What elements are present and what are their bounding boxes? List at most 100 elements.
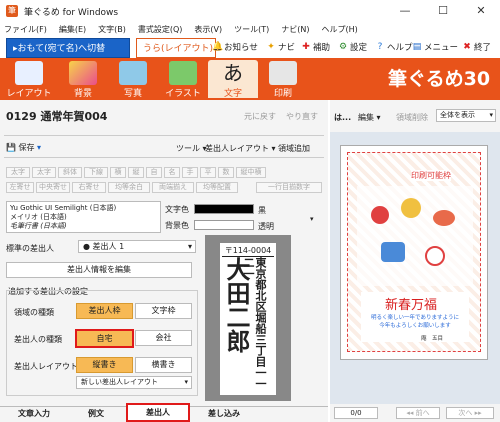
align-right-button[interactable]: 右寄せ (72, 182, 106, 193)
edit-menu[interactable]: 編集 ▾ (358, 112, 381, 123)
align-center-button[interactable]: 中央寄せ (36, 182, 70, 193)
sender-frame-option[interactable]: 差出人枠 (76, 303, 133, 319)
region-delete-button[interactable]: 領域削除 (396, 112, 428, 123)
menu-bar: ファイル(F) 編集(E) 文字(B) 書式設定(Q) 表示(V) ツール(T)… (0, 22, 500, 36)
hand-button[interactable]: 手 (182, 167, 198, 178)
menu-navi[interactable]: ナビ(N) (281, 24, 309, 35)
ribbon-photo[interactable]: 写真 (108, 60, 158, 99)
ornament-icon (401, 198, 421, 218)
font-item[interactable]: Yu Gothic UI Semilight (日本語) (10, 204, 157, 213)
font-item[interactable]: 毛筆行書 (日本語) (10, 222, 157, 231)
ribbon-layout[interactable]: レイアウト (4, 60, 54, 99)
home-option[interactable]: 自宅 (75, 329, 134, 348)
ribbon-illust[interactable]: イラスト (158, 60, 208, 99)
tab-example[interactable]: 例文 (66, 406, 126, 421)
tab-merge[interactable]: 差し込み (194, 406, 254, 421)
lightbulb-icon: ✦ (267, 42, 275, 52)
menu-file[interactable]: ファイル(F) (4, 24, 47, 35)
prev-page-button[interactable]: ◂◂ 前へ (396, 407, 440, 419)
sender-layout-label: 差出人レイアウト (14, 362, 78, 371)
chevron-down-icon: ▾ (187, 242, 192, 251)
zoom-select[interactable]: 全体を表示 ▾ (436, 109, 496, 122)
bg-color-value: 透明 (258, 222, 274, 231)
window-title: 筆ぐるめ for Windows (24, 7, 119, 18)
bold-button[interactable]: 太字 (32, 167, 56, 178)
preview-card: 〒114-0004 東京都北区堀船三丁目一一二一 大田二郎 (220, 243, 276, 395)
photo-icon (119, 61, 147, 85)
tools-menu[interactable]: ツール ▾ (176, 143, 207, 154)
number-button[interactable]: 数 (218, 167, 234, 178)
horizontal-button[interactable]: 横 (110, 167, 126, 178)
sender-layout-select[interactable]: 新しい差出人レイアウト ▾ (76, 376, 192, 389)
printer-icon (269, 61, 297, 85)
assist-link[interactable]: ✚ 補助 (301, 41, 330, 53)
font-list[interactable]: Yu Gothic UI Semilight (日本語) メイリオ (日本語) … (6, 201, 161, 233)
menu-text[interactable]: 文字(B) (98, 24, 126, 35)
distribute-button[interactable]: 均等配置 (196, 182, 238, 193)
menu-view[interactable]: 表示(V) (194, 24, 222, 35)
sender-name: 大田二郎 (222, 257, 251, 353)
ribbon-text[interactable]: あ文字 (208, 60, 258, 99)
even-margin-button[interactable]: 均等余白 (108, 182, 150, 193)
minimize-button[interactable]: — (386, 0, 424, 22)
italic-button[interactable]: 斜体 (58, 167, 82, 178)
back-layout-button[interactable]: うら(レイアウト) (136, 38, 216, 58)
maximize-button[interactable]: ☐ (424, 0, 462, 22)
vertical-button[interactable]: 縦 (128, 167, 144, 178)
tab-sender[interactable]: 差出人 (126, 403, 190, 422)
menu-help[interactable]: ヘルプ(H) (322, 24, 358, 35)
text-color-swatch[interactable] (194, 204, 254, 214)
help-link[interactable]: ? ヘルプ (375, 41, 413, 53)
save-button[interactable]: 💾 保存 ▾ (6, 142, 41, 153)
align-left-button[interactable]: 太字 (6, 167, 30, 178)
printable-label: 印刷可能枠 (411, 170, 451, 181)
flat-button[interactable]: 平 (200, 167, 216, 178)
auto-button[interactable]: 自 (146, 167, 162, 178)
standard-sender-select[interactable]: ● 差出人 1 ▾ (78, 240, 196, 253)
font-item[interactable]: メイリオ (日本語) (10, 213, 157, 222)
next-page-button[interactable]: 次へ ▸▸ (446, 407, 494, 419)
otafuku-icon (425, 246, 445, 266)
ribbon-background[interactable]: 背景 (58, 60, 108, 99)
tate-chu-yoko-button[interactable]: 縦中横 (236, 167, 266, 178)
app-icon: 筆 (6, 5, 18, 17)
horizontal-layout-option[interactable]: 横書き (135, 357, 192, 373)
undo-button[interactable]: 元に戻す (244, 111, 276, 122)
text-frame-option[interactable]: 文字枠 (135, 303, 192, 319)
exit-icon: ✖ (463, 42, 471, 52)
menu-tools[interactable]: ツール(T) (234, 24, 269, 35)
first-line-digit-button[interactable]: 一行目揃数字 (256, 182, 322, 193)
news-link[interactable]: 🔔 お知らせ (212, 41, 258, 53)
illust-icon (169, 61, 197, 85)
close-button[interactable]: ✕ (462, 0, 500, 22)
edit-sender-button[interactable]: 差出人情報を編集 (6, 262, 192, 278)
name-button[interactable]: 名 (164, 167, 180, 178)
bg-color-swatch[interactable] (194, 220, 254, 230)
underline-button[interactable]: 下線 (84, 167, 108, 178)
chevron-down-icon: ▾ (184, 378, 188, 386)
divider (4, 135, 324, 136)
vertical-layout-option[interactable]: 縦書き (76, 357, 133, 373)
switch-to-front-button[interactable]: ▸おもて(宛て名)へ切替 (6, 38, 130, 58)
tab-text-input[interactable]: 文章入力 (4, 406, 64, 421)
justify-button[interactable]: 両端揃え (152, 182, 194, 193)
region-add-button[interactable]: 領域追加 (278, 143, 310, 154)
save-icon: 💾 (6, 143, 16, 152)
sender-layout-menu[interactable]: 差出人レイアウト ▾ (205, 143, 276, 154)
exit-link[interactable]: ✖ 終了 (462, 41, 491, 53)
company-option[interactable]: 会社 (135, 330, 192, 346)
chevron-down-icon[interactable]: ▾ (310, 215, 314, 223)
text-color-label: 文字色 (165, 205, 189, 214)
sender-preview: 〒114-0004 東京都北区堀船三丁目一一二一 大田二郎 (205, 235, 291, 401)
navi-link[interactable]: ✦ ナビ (266, 41, 295, 53)
settings-link[interactable]: ⚙ 設定 (338, 41, 367, 53)
menu-edit[interactable]: 編集(E) (59, 24, 86, 35)
background-icon (69, 61, 97, 85)
redo-button[interactable]: やり直す (286, 111, 318, 122)
postal-code: 〒114-0004 (222, 245, 274, 257)
region-type-label: 領域の種類 (14, 308, 54, 317)
menu-link[interactable]: ▤ メニュー (412, 41, 458, 53)
menu-format[interactable]: 書式設定(Q) (138, 24, 183, 35)
ribbon-print[interactable]: 印刷 (258, 60, 308, 99)
align-left2-button[interactable]: 左寄せ (6, 182, 34, 193)
